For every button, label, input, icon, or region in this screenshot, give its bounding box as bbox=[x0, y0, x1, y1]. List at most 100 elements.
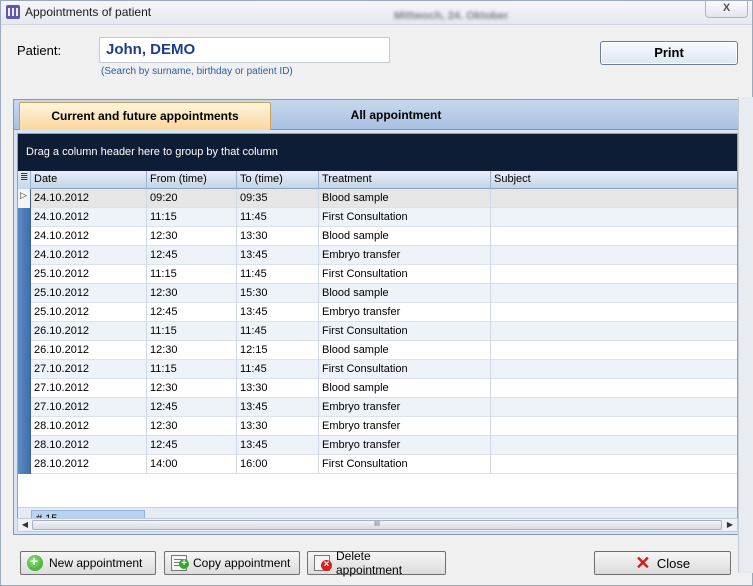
cell-date[interactable]: 27.10.2012 bbox=[31, 360, 147, 379]
table-row[interactable]: 25.10.2012 12:30 15:30 Blood sample bbox=[18, 284, 737, 303]
delete-appointment-button[interactable]: Delete appointment bbox=[307, 549, 446, 577]
cell-to[interactable]: 13:30 bbox=[237, 379, 319, 398]
tab-all-appointments[interactable]: All appointment bbox=[286, 102, 506, 130]
row-indicator[interactable] bbox=[18, 398, 31, 417]
copy-appointment-button[interactable]: Copy appointment bbox=[164, 551, 300, 575]
table-row[interactable]: 25.10.2012 12:45 13:45 Embryo transfer bbox=[18, 303, 737, 322]
column-header-date[interactable]: Date bbox=[31, 171, 147, 189]
cell-treatment[interactable]: First Consultation bbox=[319, 208, 491, 227]
cell-treatment[interactable]: Blood sample bbox=[319, 379, 491, 398]
cell-subject[interactable] bbox=[491, 417, 737, 436]
cell-from[interactable]: 11:15 bbox=[147, 322, 237, 341]
column-header-subject[interactable]: Subject bbox=[491, 171, 737, 189]
cell-from[interactable]: 14:00 bbox=[147, 455, 237, 474]
cell-subject[interactable] bbox=[491, 265, 737, 284]
cell-from[interactable]: 12:45 bbox=[147, 436, 237, 455]
column-chooser-icon[interactable] bbox=[18, 171, 31, 189]
window-close-button[interactable]: X bbox=[705, 1, 748, 18]
cell-to[interactable]: 13:45 bbox=[237, 246, 319, 265]
cell-from[interactable]: 12:30 bbox=[147, 227, 237, 246]
cell-date[interactable]: 24.10.2012 bbox=[31, 189, 147, 208]
cell-treatment[interactable]: First Consultation bbox=[319, 455, 491, 474]
cell-to[interactable]: 13:45 bbox=[237, 436, 319, 455]
row-indicator[interactable] bbox=[18, 436, 31, 455]
tab-current-future-appointments[interactable]: Current and future appointments bbox=[19, 102, 271, 130]
new-appointment-button[interactable]: New appointment bbox=[20, 551, 156, 575]
close-button[interactable]: ✕ Close bbox=[594, 551, 731, 575]
row-indicator[interactable] bbox=[18, 208, 31, 227]
cell-date[interactable]: 24.10.2012 bbox=[31, 208, 147, 227]
patient-search-input[interactable]: John, DEMO bbox=[99, 37, 390, 63]
cell-date[interactable]: 27.10.2012 bbox=[31, 379, 147, 398]
row-indicator[interactable] bbox=[18, 284, 31, 303]
group-by-panel[interactable]: Drag a column header here to group by th… bbox=[18, 134, 737, 171]
table-row[interactable]: 24.10.2012 12:30 13:30 Blood sample bbox=[18, 227, 737, 246]
cell-subject[interactable] bbox=[491, 227, 737, 246]
print-button[interactable]: Print bbox=[600, 41, 738, 65]
cell-treatment[interactable]: Blood sample bbox=[319, 341, 491, 360]
cell-date[interactable]: 25.10.2012 bbox=[31, 265, 147, 284]
cell-subject[interactable] bbox=[491, 398, 737, 417]
cell-subject[interactable] bbox=[491, 436, 737, 455]
column-header-to[interactable]: To (time) bbox=[237, 171, 319, 189]
table-row[interactable]: 26.10.2012 11:15 11:45 First Consultation bbox=[18, 322, 737, 341]
cell-date[interactable]: 28.10.2012 bbox=[31, 436, 147, 455]
row-indicator[interactable] bbox=[18, 379, 31, 398]
cell-to[interactable]: 16:00 bbox=[237, 455, 319, 474]
table-row[interactable]: 27.10.2012 12:45 13:45 Embryo transfer bbox=[18, 398, 737, 417]
table-row[interactable]: 26.10.2012 12:30 12:15 Blood sample bbox=[18, 341, 737, 360]
table-row[interactable]: 28.10.2012 12:30 13:30 Embryo transfer bbox=[18, 417, 737, 436]
cell-date[interactable]: 24.10.2012 bbox=[31, 246, 147, 265]
cell-date[interactable]: 28.10.2012 bbox=[31, 455, 147, 474]
cell-from[interactable]: 12:45 bbox=[147, 246, 237, 265]
table-row[interactable]: 27.10.2012 11:15 11:45 First Consultation bbox=[18, 360, 737, 379]
table-row[interactable]: 24.10.2012 12:45 13:45 Embryo transfer bbox=[18, 246, 737, 265]
cell-to[interactable]: 15:30 bbox=[237, 284, 319, 303]
cell-from[interactable]: 12:30 bbox=[147, 284, 237, 303]
cell-date[interactable]: 28.10.2012 bbox=[31, 417, 147, 436]
cell-treatment[interactable]: Embryo transfer bbox=[319, 246, 491, 265]
cell-treatment[interactable]: Blood sample bbox=[319, 227, 491, 246]
table-row[interactable]: 24.10.2012 11:15 11:45 First Consultation bbox=[18, 208, 737, 227]
cell-treatment[interactable]: Embryo transfer bbox=[319, 436, 491, 455]
row-indicator[interactable] bbox=[18, 322, 31, 341]
table-row[interactable]: 27.10.2012 12:30 13:30 Blood sample bbox=[18, 379, 737, 398]
table-row[interactable]: 25.10.2012 11:15 11:45 First Consultation bbox=[18, 265, 737, 284]
cell-subject[interactable] bbox=[491, 208, 737, 227]
row-indicator[interactable] bbox=[18, 360, 31, 379]
cell-to[interactable]: 12:15 bbox=[237, 341, 319, 360]
cell-date[interactable]: 24.10.2012 bbox=[31, 227, 147, 246]
cell-to[interactable]: 11:45 bbox=[237, 208, 319, 227]
cell-from[interactable]: 12:30 bbox=[147, 379, 237, 398]
cell-date[interactable]: 26.10.2012 bbox=[31, 341, 147, 360]
cell-to[interactable]: 11:45 bbox=[237, 265, 319, 284]
cell-to[interactable]: 11:45 bbox=[237, 360, 319, 379]
cell-to[interactable]: 13:30 bbox=[237, 417, 319, 436]
row-indicator[interactable] bbox=[18, 417, 31, 436]
scroll-right-icon[interactable]: ▶ bbox=[723, 519, 737, 531]
cell-treatment[interactable]: Embryo transfer bbox=[319, 417, 491, 436]
cell-date[interactable]: 27.10.2012 bbox=[31, 398, 147, 417]
row-indicator[interactable] bbox=[18, 303, 31, 322]
cell-treatment[interactable]: Embryo transfer bbox=[319, 398, 491, 417]
cell-subject[interactable] bbox=[491, 341, 737, 360]
cell-treatment[interactable]: First Consultation bbox=[319, 322, 491, 341]
cell-treatment[interactable]: Blood sample bbox=[319, 284, 491, 303]
cell-date[interactable]: 26.10.2012 bbox=[31, 322, 147, 341]
cell-from[interactable]: 11:15 bbox=[147, 265, 237, 284]
cell-to[interactable]: 13:30 bbox=[237, 227, 319, 246]
cell-subject[interactable] bbox=[491, 455, 737, 474]
cell-subject[interactable] bbox=[491, 189, 737, 208]
table-row[interactable]: 28.10.2012 14:00 16:00 First Consultation bbox=[18, 455, 737, 474]
column-header-from[interactable]: From (time) bbox=[147, 171, 237, 189]
cell-subject[interactable] bbox=[491, 246, 737, 265]
scroll-left-icon[interactable]: ◀ bbox=[18, 519, 32, 531]
cell-subject[interactable] bbox=[491, 322, 737, 341]
column-header-treatment[interactable]: Treatment bbox=[319, 171, 491, 189]
row-indicator[interactable] bbox=[18, 455, 31, 474]
cell-from[interactable]: 12:45 bbox=[147, 303, 237, 322]
scroll-thumb[interactable]: III bbox=[32, 520, 722, 530]
cell-to[interactable]: 09:35 bbox=[237, 189, 319, 208]
cell-from[interactable]: 12:30 bbox=[147, 417, 237, 436]
cell-from[interactable]: 12:30 bbox=[147, 341, 237, 360]
